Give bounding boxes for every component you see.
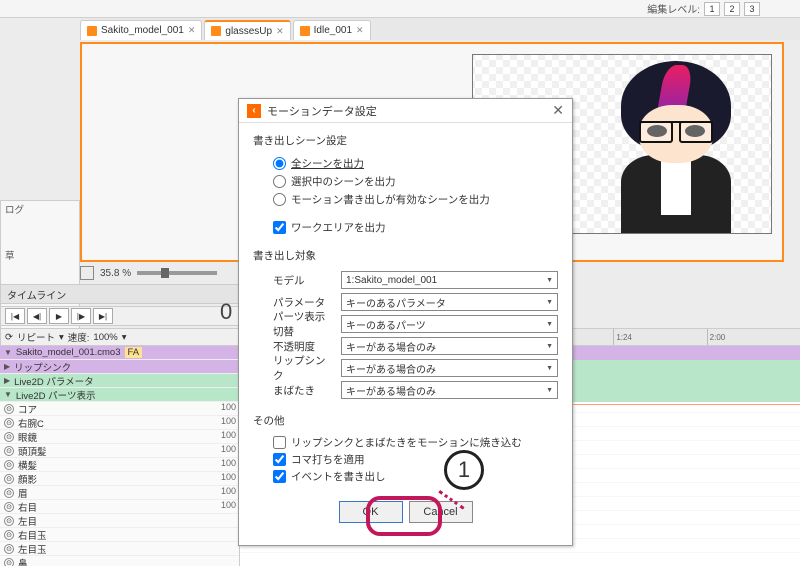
speed-label: 速度:: [68, 330, 90, 344]
document-tab-bar: Sakito_model_001 ✕ glassesUp ✕ Idle_001 …: [80, 18, 800, 40]
expand-icon[interactable]: ▼: [4, 348, 12, 357]
close-icon[interactable]: ✕: [356, 25, 364, 36]
file-icon: [87, 26, 97, 36]
track-tag: FA: [125, 347, 143, 358]
level-2-button[interactable]: 2: [724, 2, 740, 16]
event-checkbox[interactable]: イベントを書き出し: [273, 468, 558, 485]
edit-level-label: 編集レベル:: [647, 1, 700, 16]
ok-button[interactable]: OK: [339, 501, 403, 523]
dialog-title: モーションデータ設定: [267, 103, 546, 119]
zoom-bar: 35.8 %: [80, 264, 217, 282]
dialog-titlebar[interactable]: ‹ モーションデータ設定 ✕: [239, 99, 572, 123]
frame-number: 0: [220, 299, 232, 325]
model-select[interactable]: 1:Sakito_model_001: [341, 271, 558, 289]
file-icon: [211, 26, 221, 36]
repeat-label[interactable]: リピート: [17, 330, 55, 344]
tab-glassesup[interactable]: glassesUp ✕: [204, 20, 290, 40]
section-other-title: その他: [253, 413, 558, 428]
workarea-checkbox[interactable]: ワークエリアを出力: [273, 218, 558, 236]
radio-valid-scenes[interactable]: モーション書き出しが有効なシーンを出力: [273, 190, 558, 208]
playback-options: ⟳ リピート ▾ 速度: 100% ▾: [0, 328, 240, 346]
close-icon[interactable]: ✕: [188, 25, 196, 36]
zoom-percent: 35.8 %: [100, 268, 131, 279]
radio-selected-scene[interactable]: 選択中のシーンを出力: [273, 172, 558, 190]
field-label-blink: まばたき: [253, 383, 333, 398]
tab-label: glassesUp: [225, 26, 272, 37]
step-fwd-button[interactable]: |▶: [71, 308, 91, 324]
track-label: Sakito_model_001.cmo3: [16, 347, 121, 358]
dropdown-icon[interactable]: ▾: [59, 332, 64, 343]
opacity-select[interactable]: キーがある場合のみ: [341, 337, 558, 355]
file-icon: [300, 26, 310, 36]
transport-controls: |◀ ◀| ▶ |▶ ▶|: [0, 306, 240, 326]
tab-sakito-model[interactable]: Sakito_model_001 ✕: [80, 20, 202, 40]
level-1-button[interactable]: 1: [704, 2, 720, 16]
field-label-lipsync: リップシンク: [253, 353, 333, 383]
step-back-button[interactable]: ◀|: [27, 308, 47, 324]
level-3-button[interactable]: 3: [744, 2, 760, 16]
track-group[interactable]: ▶リップシンク: [0, 360, 239, 374]
track-item[interactable]: ⊙鼻: [0, 556, 239, 566]
panel-row: 草: [1, 247, 79, 263]
tab-label: Sakito_model_001: [101, 25, 184, 36]
field-label-param: パラメータ: [253, 295, 333, 310]
radio-all-scenes[interactable]: 全シーンを出力: [273, 154, 558, 172]
field-label-parts: パーツ表示切替: [253, 309, 333, 339]
section-target-title: 書き出し対象: [253, 248, 558, 263]
play-button[interactable]: ▶: [49, 308, 69, 324]
tab-label: Idle_001: [314, 25, 352, 36]
timeline-label: タイムライン: [7, 287, 66, 302]
app-logo-icon: ‹: [247, 104, 261, 118]
track-item[interactable]: ⊙右目玉: [0, 528, 239, 542]
speed-value[interactable]: 100%: [93, 332, 117, 343]
close-icon[interactable]: ✕: [552, 102, 564, 119]
field-label-opacity: 不透明度: [253, 339, 333, 354]
edit-level-bar: 編集レベル: 1 2 3: [0, 0, 800, 18]
close-icon[interactable]: ✕: [276, 26, 284, 37]
value-column: 100100 100100 100100 100100: [204, 402, 240, 514]
skip-start-button[interactable]: |◀: [5, 308, 25, 324]
bake-checkbox[interactable]: リップシンクとまばたきをモーションに焼き込む: [273, 434, 558, 451]
loop-icon[interactable]: ⟳: [5, 332, 13, 343]
skip-end-button[interactable]: ▶|: [93, 308, 113, 324]
zoom-slider[interactable]: [137, 271, 217, 275]
frame-checkbox[interactable]: コマ打ちを適用: [273, 451, 558, 468]
grid-icon[interactable]: [80, 266, 94, 280]
dialog-button-row: OK Cancel: [253, 495, 558, 535]
parts-select[interactable]: キーのあるパーツ: [341, 315, 558, 333]
param-select[interactable]: キーのあるパラメータ: [341, 293, 558, 311]
track-item[interactable]: ⊙左目: [0, 514, 239, 528]
track-group[interactable]: ▶Live2D パラメータ: [0, 374, 239, 388]
dropdown-icon[interactable]: ▾: [122, 332, 127, 343]
timeline-panel-title: タイムライン: [0, 284, 240, 304]
scene-radio-group: 全シーンを出力 選択中のシーンを出力 モーション書き出しが有効なシーンを出力: [253, 154, 558, 208]
track-root[interactable]: ▼ Sakito_model_001.cmo3 FA: [0, 346, 239, 360]
tab-idle[interactable]: Idle_001 ✕: [293, 20, 371, 40]
cancel-button[interactable]: Cancel: [409, 501, 473, 523]
lipsync-select[interactable]: キーがある場合のみ: [341, 359, 558, 377]
ruler-tick: 1:24: [613, 329, 706, 345]
track-item[interactable]: ⊙左目玉: [0, 542, 239, 556]
blink-select[interactable]: キーがある場合のみ: [341, 381, 558, 399]
motion-data-settings-dialog: ‹ モーションデータ設定 ✕ 書き出しシーン設定 全シーンを出力 選択中のシーン…: [238, 98, 573, 546]
panel-row: ログ: [1, 201, 79, 217]
ruler-tick: 2:00: [707, 329, 800, 345]
avatar: [591, 55, 761, 234]
section-scene-title: 書き出しシーン設定: [253, 133, 558, 148]
field-label-model: モデル: [253, 273, 333, 288]
track-group[interactable]: ▼Live2D パーツ表示: [0, 388, 239, 402]
